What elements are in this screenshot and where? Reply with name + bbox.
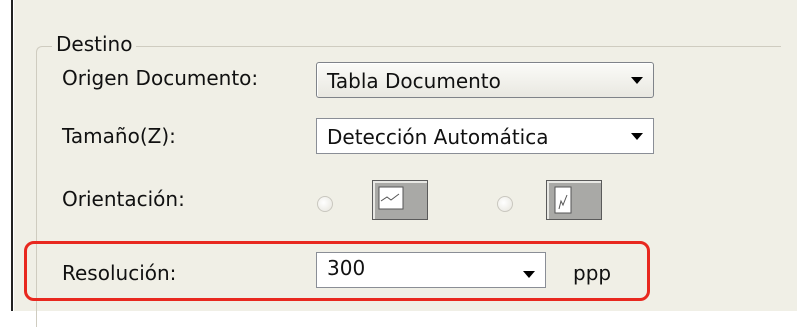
window-left-border xyxy=(11,0,13,311)
portrait-page-icon xyxy=(372,180,428,220)
size-dropdown[interactable]: Detección Automática xyxy=(316,118,654,154)
landscape-page-icon xyxy=(546,180,602,220)
source-dropdown[interactable]: Tabla Documento xyxy=(316,62,654,98)
chevron-down-icon xyxy=(631,133,643,140)
source-dropdown-value: Tabla Documento xyxy=(327,69,501,93)
orientation-label: Orientación: xyxy=(62,187,185,211)
source-label: Origen Documento: xyxy=(62,66,259,90)
chevron-down-icon xyxy=(631,77,643,84)
size-dropdown-value: Detección Automática xyxy=(327,125,549,149)
resolution-highlight-annotation xyxy=(24,241,650,301)
groupbox-title: Destino xyxy=(52,32,137,56)
portrait-radio[interactable] xyxy=(317,196,333,212)
size-label: Tamaño(Z): xyxy=(62,124,176,148)
landscape-radio[interactable] xyxy=(497,196,513,212)
